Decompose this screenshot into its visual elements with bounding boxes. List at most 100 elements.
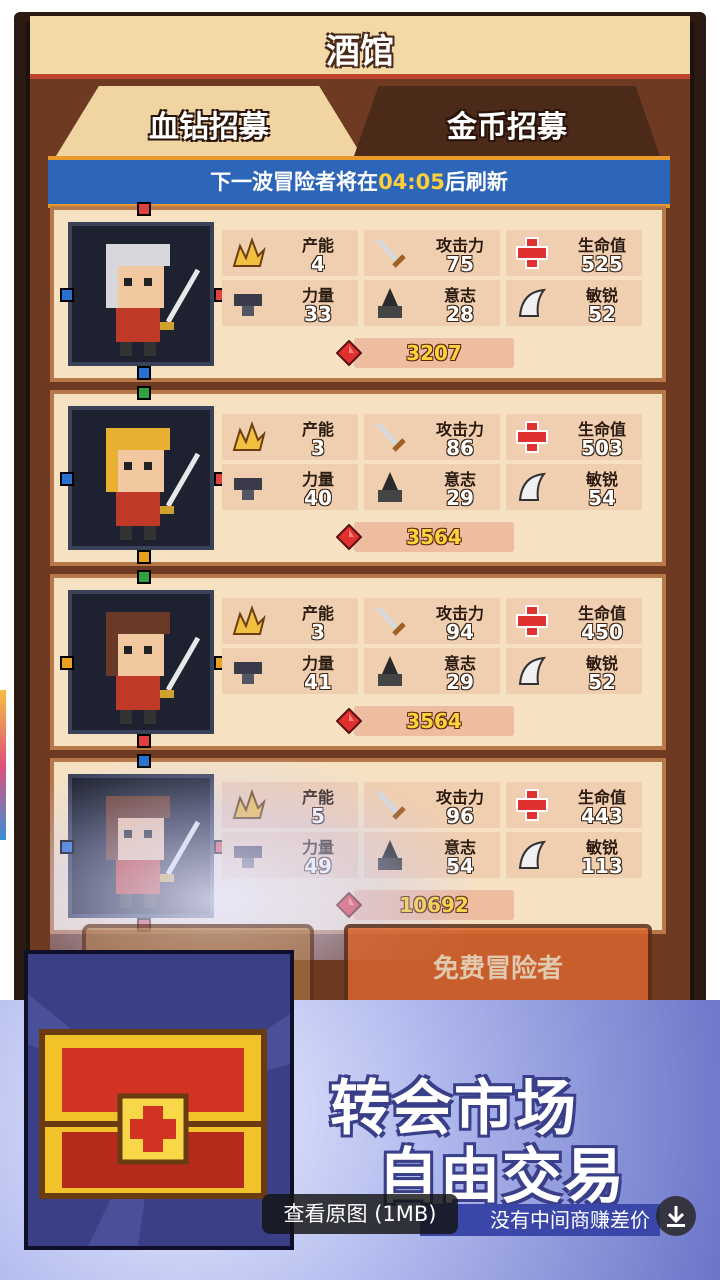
stat-production: 产能 3 <box>222 598 358 644</box>
title-bar: 酒馆 <box>30 16 690 79</box>
red-gem-icon <box>335 707 363 735</box>
mage-icon <box>372 286 408 320</box>
treasure-chest-panel <box>24 950 294 1250</box>
stat-value: 52 <box>588 670 616 694</box>
sword-icon <box>372 420 408 454</box>
treasure-chest-icon <box>28 954 290 1246</box>
stat-value: 54 <box>588 486 616 510</box>
frame-gem-dot <box>60 472 74 486</box>
stat-value: 3 <box>311 620 325 644</box>
recruit-price[interactable]: 3564 <box>354 522 514 552</box>
red-cross-icon <box>514 420 550 454</box>
stat-value: 94 <box>446 620 474 644</box>
stat-will: 意志 29 <box>364 464 500 510</box>
stat-value: 29 <box>446 486 474 510</box>
tab-blood-diamond[interactable]: 血钻招募 <box>56 86 362 156</box>
download-button[interactable] <box>656 1196 696 1236</box>
sword-icon <box>372 604 408 638</box>
stat-value: 29 <box>446 670 474 694</box>
stat-agility: 敏锐 54 <box>506 464 642 510</box>
stat-value: 503 <box>581 436 623 460</box>
wing-icon <box>514 286 550 320</box>
anvil-icon <box>230 654 266 688</box>
stat-value: 443 <box>581 804 623 828</box>
stat-hp: 生命值 443 <box>506 782 642 828</box>
stat-strength: 力量 33 <box>222 280 358 326</box>
stat-strength: 力量 41 <box>222 648 358 694</box>
crystal-icon <box>230 604 266 638</box>
stat-value: 40 <box>304 486 332 510</box>
stat-value: 450 <box>581 620 623 644</box>
stat-value: 33 <box>304 302 332 326</box>
stat-value: 525 <box>581 252 623 276</box>
adventurer-portrait <box>68 406 214 550</box>
frame-gem-dot <box>137 734 151 748</box>
recruit-price[interactable]: 3564 <box>354 706 514 736</box>
stat-attack: 攻击力 86 <box>364 414 500 460</box>
stat-agility: 敏锐 113 <box>506 832 642 878</box>
adventurer-card[interactable]: 产能 3 攻击力 86 生命值 503 力量 40 意志 29 敏锐 54 3564 <box>50 386 666 566</box>
adventurer-sprite <box>106 428 201 540</box>
crystal-icon <box>230 420 266 454</box>
stat-strength: 力量 40 <box>222 464 358 510</box>
stat-production: 产能 4 <box>222 230 358 276</box>
stat-attack: 攻击力 94 <box>364 598 500 644</box>
stat-agility: 敏锐 52 <box>506 648 642 694</box>
side-color-strip <box>0 690 6 840</box>
stat-value: 3 <box>311 436 325 460</box>
adventurer-portrait <box>68 222 214 366</box>
free-adventurer-button[interactable]: 免费冒险者 <box>344 924 652 1012</box>
stat-value: 4 <box>311 252 325 276</box>
frame-gem-dot <box>60 656 74 670</box>
frame-gem-dot <box>137 366 151 380</box>
tab-label: 血钻招募 <box>149 110 269 145</box>
stat-value: 41 <box>304 670 332 694</box>
refresh-banner: 下一波冒险者将在04:05后刷新 <box>48 156 670 208</box>
stat-value: 113 <box>581 854 623 878</box>
stat-production: 产能 3 <box>222 414 358 460</box>
tab-gold-coin[interactable]: 金币招募 <box>354 86 660 156</box>
crystal-icon <box>230 236 266 270</box>
refresh-timer: 04:05 <box>378 170 445 194</box>
stat-attack: 攻击力 75 <box>364 230 500 276</box>
stat-will: 意志 29 <box>364 648 500 694</box>
mage-icon <box>372 654 408 688</box>
stat-hp: 生命值 525 <box>506 230 642 276</box>
download-icon <box>667 1206 685 1227</box>
frame-gem-dot <box>60 288 74 302</box>
adventurer-sprite <box>106 244 201 356</box>
wing-icon <box>514 470 550 504</box>
free-adventurer-label: 免费冒险者 <box>432 954 563 984</box>
stat-will: 意志 28 <box>364 280 500 326</box>
stat-value: 28 <box>446 302 474 326</box>
refresh-suffix: 后刷新 <box>444 170 508 194</box>
adventurer-card[interactable]: 产能 3 攻击力 94 生命值 450 力量 41 意志 29 敏锐 52 3564 <box>50 570 666 750</box>
mage-icon <box>372 470 408 504</box>
red-gem-icon <box>335 339 363 367</box>
anvil-icon <box>230 286 266 320</box>
recruit-price[interactable]: 3207 <box>354 338 514 368</box>
wing-icon <box>514 654 550 688</box>
frame-gem-dot <box>137 386 151 400</box>
frame-gem-dot <box>137 570 151 584</box>
stat-agility: 敏锐 52 <box>506 280 642 326</box>
tab-label: 金币招募 <box>447 110 567 145</box>
adventurer-card[interactable]: 产能 4 攻击力 75 生命值 525 力量 33 意志 28 敏锐 52 3207 <box>50 202 666 382</box>
frame-gem-dot <box>137 550 151 564</box>
stat-value: 52 <box>588 302 616 326</box>
red-cross-icon <box>514 788 550 822</box>
stat-hp: 生命值 450 <box>506 598 642 644</box>
stat-value: 86 <box>446 436 474 460</box>
anvil-icon <box>230 470 266 504</box>
adventurer-portrait <box>68 590 214 734</box>
refresh-prefix: 下一波冒险者将在 <box>210 170 379 194</box>
red-cross-icon <box>514 604 550 638</box>
page-title: 酒馆 <box>326 32 394 72</box>
red-gem-icon <box>335 523 363 551</box>
view-original-button[interactable]: 查看原图 (1MB) <box>262 1194 458 1234</box>
adventurer-sprite <box>106 612 201 724</box>
stat-value: 75 <box>446 252 474 276</box>
frame-gem-dot <box>137 202 151 216</box>
stat-hp: 生命值 503 <box>506 414 642 460</box>
red-cross-icon <box>514 236 550 270</box>
